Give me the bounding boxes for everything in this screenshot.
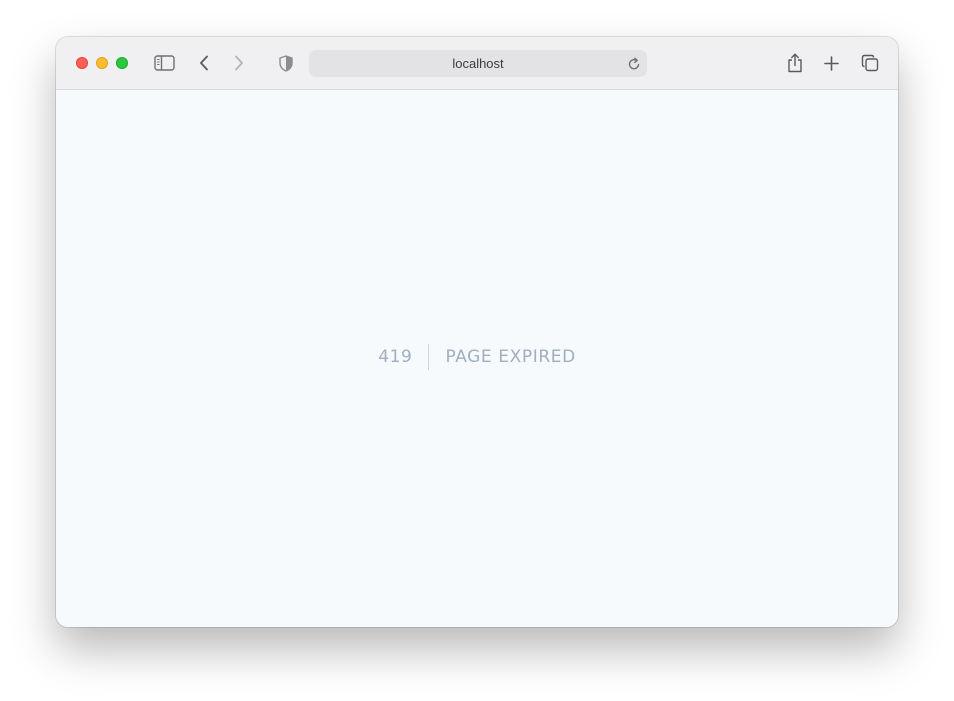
address-bar[interactable]: localhost xyxy=(309,50,647,77)
browser-window: localhost 419 PAGE EXPIRED xyxy=(56,37,898,627)
sidebar-icon[interactable] xyxy=(153,54,175,72)
address-url: localhost xyxy=(452,56,504,71)
shield-icon[interactable] xyxy=(278,54,294,72)
browser-toolbar: localhost xyxy=(56,37,898,90)
chevron-right-icon[interactable] xyxy=(231,54,247,72)
error-text: PAGE EXPIRED xyxy=(445,347,576,367)
reload-icon[interactable] xyxy=(627,57,641,71)
tabs-overview-icon[interactable] xyxy=(860,54,880,72)
page-content: 419 PAGE EXPIRED xyxy=(56,90,898,627)
plus-icon[interactable] xyxy=(823,54,839,72)
chevron-left-icon[interactable] xyxy=(196,54,212,72)
maximize-window-button[interactable] xyxy=(116,57,128,69)
error-code: 419 xyxy=(378,344,430,370)
error-message: 419 PAGE EXPIRED xyxy=(56,344,898,370)
close-window-button[interactable] xyxy=(76,57,88,69)
share-icon[interactable] xyxy=(785,52,805,74)
minimize-window-button[interactable] xyxy=(96,57,108,69)
